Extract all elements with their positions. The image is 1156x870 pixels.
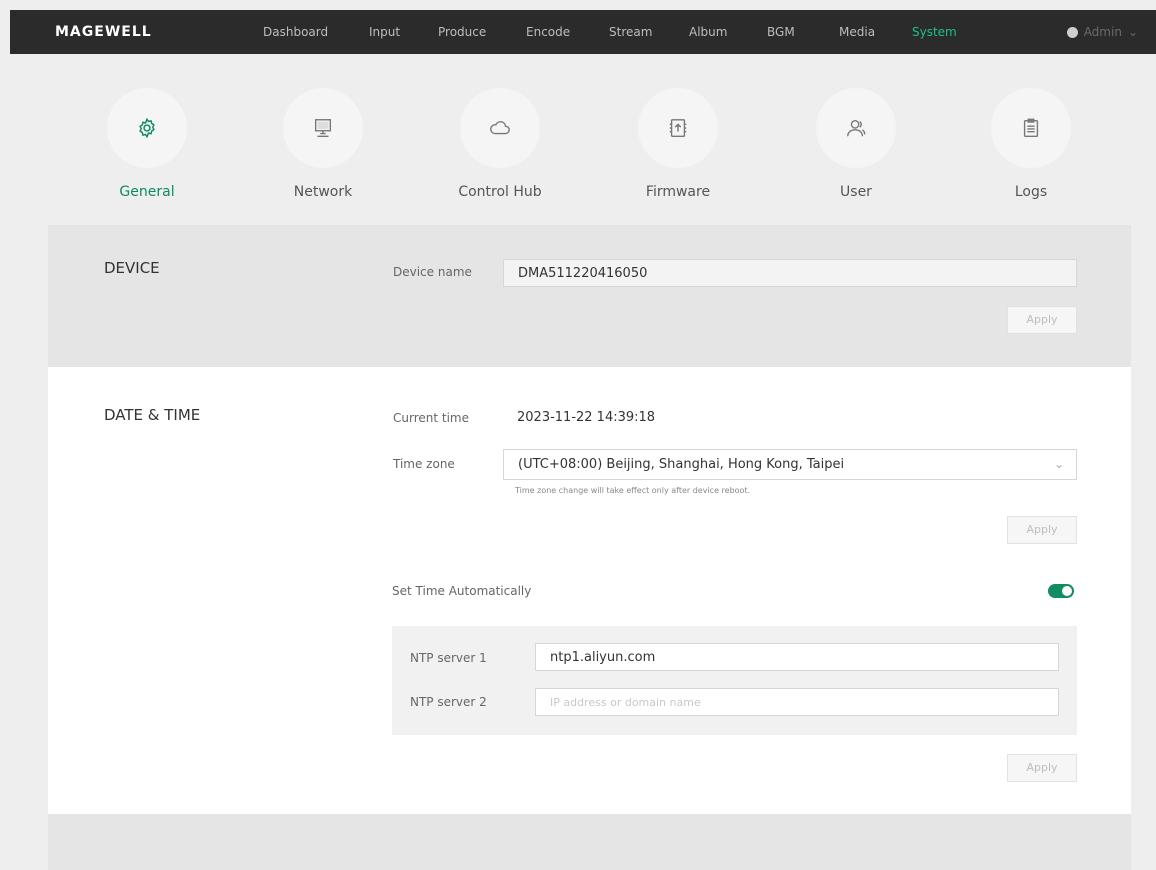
nav-input[interactable]: Input bbox=[369, 10, 400, 54]
time-zone-select[interactable]: (UTC+08:00) Beijing, Shanghai, Hong Kong… bbox=[503, 449, 1077, 480]
ntp-server-1-input[interactable] bbox=[535, 643, 1059, 671]
tab-control-hub[interactable]: Control Hub bbox=[455, 88, 545, 200]
time-zone-value: (UTC+08:00) Beijing, Shanghai, Hong Kong… bbox=[518, 457, 845, 472]
datetime-section bbox=[48, 367, 1131, 814]
tab-control-hub-label: Control Hub bbox=[458, 184, 542, 200]
tab-firmware-label: Firmware bbox=[645, 184, 711, 200]
tab-firmware-circle bbox=[638, 88, 718, 168]
time-zone-hint: Time zone change will take effect only a… bbox=[515, 486, 751, 495]
chevron-down-icon: ⌄ bbox=[1053, 457, 1064, 471]
tab-user[interactable]: User bbox=[811, 88, 901, 200]
cloud-icon bbox=[490, 121, 510, 135]
gear-icon bbox=[139, 117, 155, 139]
tab-network[interactable]: Network bbox=[278, 88, 368, 200]
nav-system[interactable]: System bbox=[912, 10, 957, 54]
nav-dashboard[interactable]: Dashboard bbox=[263, 10, 328, 54]
next-section bbox=[48, 814, 1131, 870]
device-title: DEVICE bbox=[104, 259, 160, 277]
top-nav-bar: MAGEWELL Dashboard Input Produce Encode … bbox=[10, 10, 1156, 54]
tab-logs[interactable]: Logs bbox=[986, 88, 1076, 200]
tab-user-label: User bbox=[840, 184, 872, 200]
ntp-server-2-label: NTP server 2 bbox=[410, 695, 487, 709]
avatar-icon bbox=[1066, 26, 1078, 38]
device-name-field[interactable] bbox=[503, 259, 1077, 287]
device-apply-button[interactable]: Apply bbox=[1007, 306, 1077, 334]
user-icon bbox=[847, 119, 866, 137]
time-zone-apply-button[interactable]: Apply bbox=[1007, 516, 1077, 544]
nav-album[interactable]: Album bbox=[689, 10, 727, 54]
nav-bgm[interactable]: BGM bbox=[767, 10, 795, 54]
set-time-auto-label: Set Time Automatically bbox=[392, 584, 532, 598]
device-section bbox=[48, 225, 1131, 367]
nav-encode[interactable]: Encode bbox=[526, 10, 570, 54]
tab-general[interactable]: General bbox=[102, 88, 192, 200]
tab-control-hub-circle bbox=[460, 88, 540, 168]
nav-stream[interactable]: Stream bbox=[609, 10, 652, 54]
tab-general-circle bbox=[107, 88, 187, 168]
set-time-auto-toggle[interactable] bbox=[1048, 584, 1074, 598]
tab-network-label: Network bbox=[293, 184, 353, 200]
tab-user-circle bbox=[816, 88, 896, 168]
chevron-down-icon: ⌄ bbox=[1127, 25, 1138, 39]
nav-media[interactable]: Media bbox=[839, 10, 875, 54]
clipboard-icon bbox=[1023, 118, 1039, 137]
ntp-server-2-input[interactable] bbox=[535, 688, 1059, 716]
tab-general-label: General bbox=[119, 184, 175, 200]
current-time-value: 2023-11-22 14:39:18 bbox=[517, 410, 656, 425]
device-name-label: Device name bbox=[393, 265, 472, 279]
toggle-knob bbox=[1062, 586, 1072, 596]
user-name: Admin bbox=[1083, 25, 1122, 39]
tab-network-circle bbox=[283, 88, 363, 168]
ntp-apply-button[interactable]: Apply bbox=[1007, 754, 1077, 782]
time-zone-label: Time zone bbox=[393, 457, 455, 471]
brand-logo[interactable]: MAGEWELL bbox=[55, 10, 152, 54]
user-menu[interactable]: Admin ⌄ bbox=[1066, 10, 1138, 54]
current-time-label: Current time bbox=[393, 411, 469, 425]
firmware-icon bbox=[669, 119, 687, 137]
tab-logs-circle bbox=[991, 88, 1071, 168]
ntp-server-1-label: NTP server 1 bbox=[410, 651, 487, 665]
monitor-icon bbox=[314, 119, 332, 137]
tab-logs-label: Logs bbox=[1014, 184, 1048, 200]
nav-produce[interactable]: Produce bbox=[438, 10, 486, 54]
datetime-title: DATE & TIME bbox=[104, 406, 201, 424]
tab-firmware[interactable]: Firmware bbox=[633, 88, 723, 200]
